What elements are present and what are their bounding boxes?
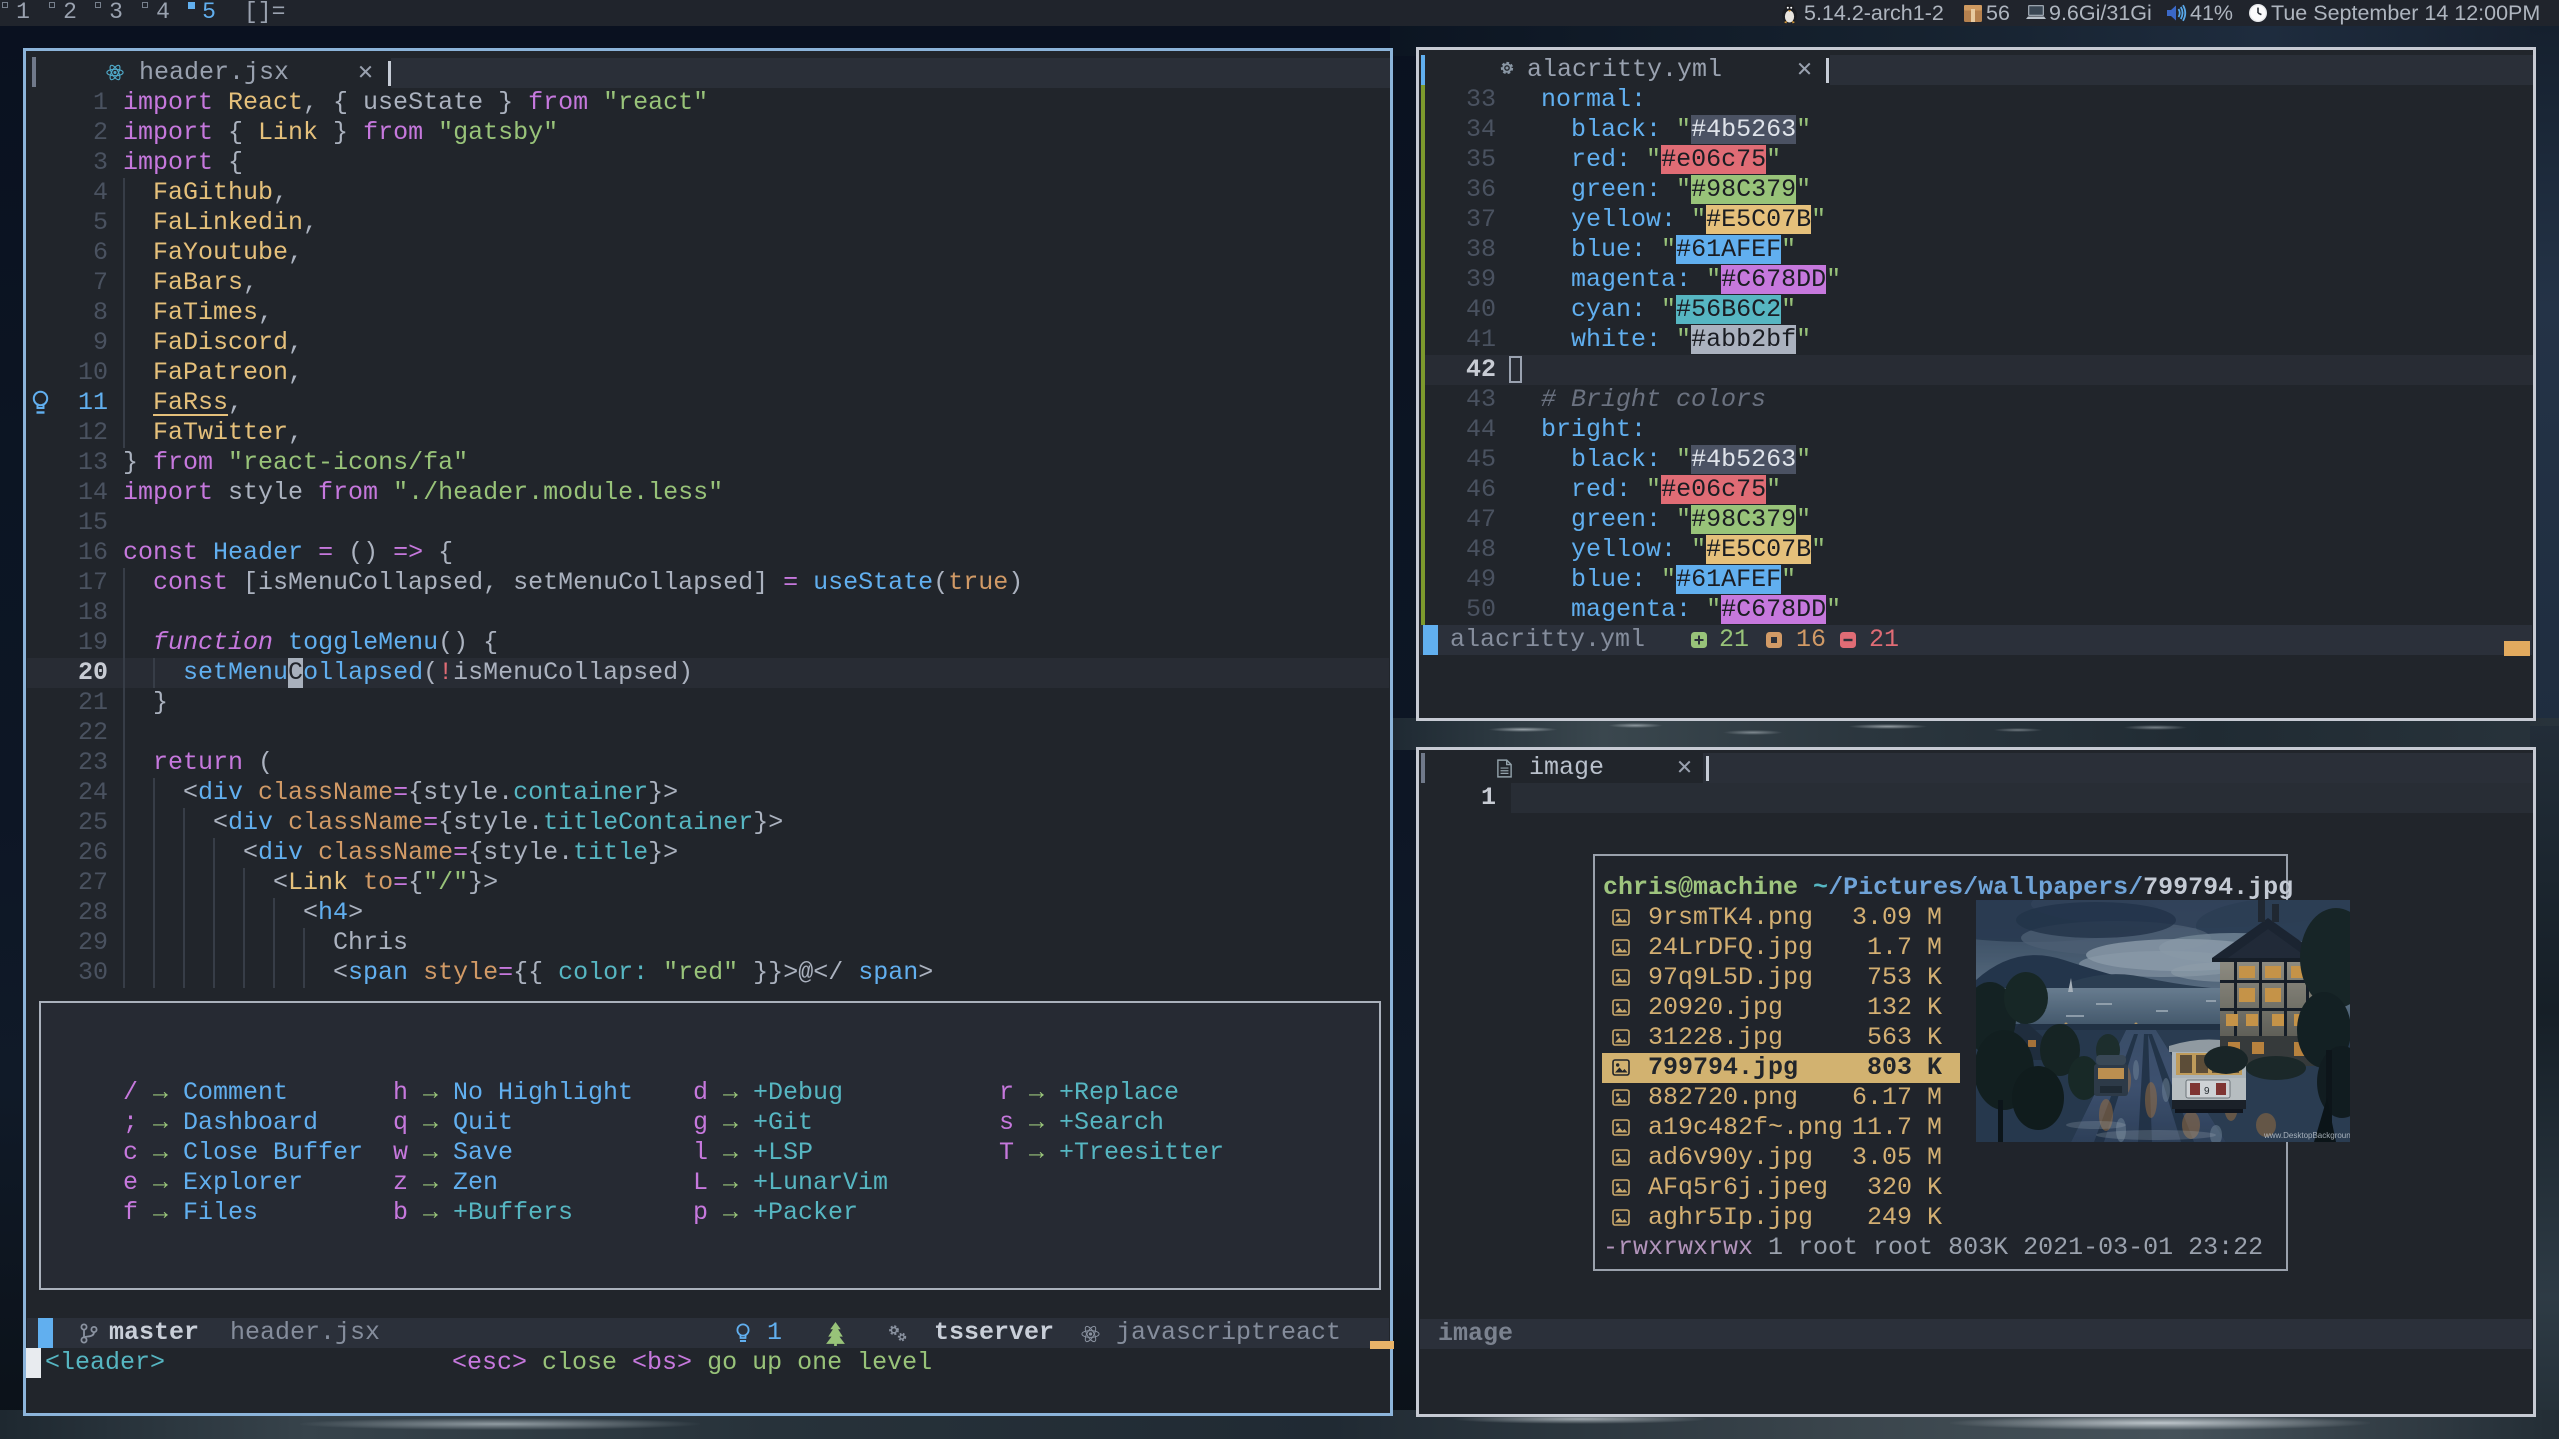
svg-text:www.DesktopBackground.org: www.DesktopBackground.org <box>2263 1131 2350 1140</box>
